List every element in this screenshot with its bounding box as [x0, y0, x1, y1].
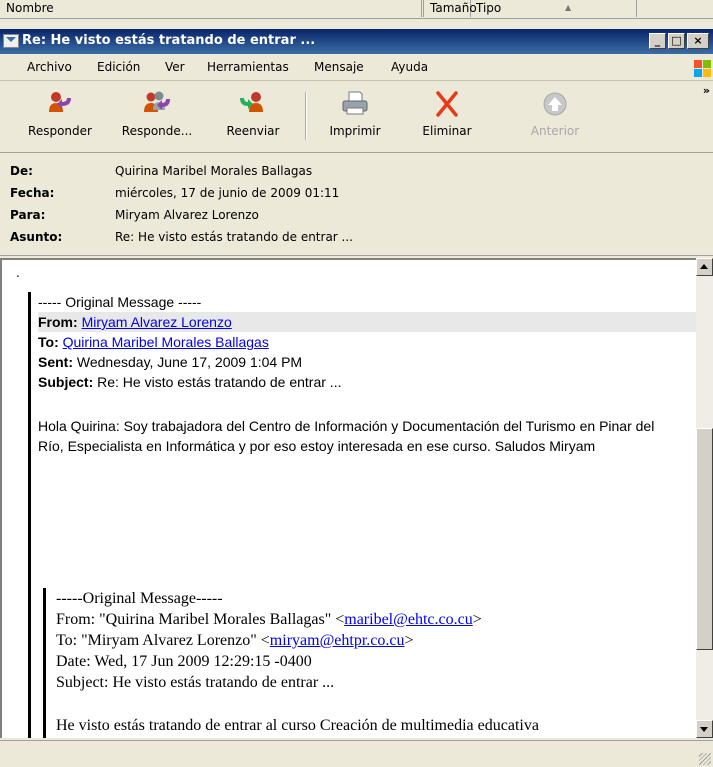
message-header: De: Quirina Maribel Morales Ballagas Fech… — [0, 153, 713, 256]
header-date-value: miércoles, 17 de junio de 2009 01:11 — [115, 186, 340, 200]
forward-label: Reenviar — [226, 124, 280, 138]
header-to-label: Para: — [10, 208, 46, 222]
reply-label: Responder — [28, 124, 92, 138]
delete-label: Eliminar — [422, 124, 472, 138]
toolbar: Responder Responde... Reenviar Imprimir … — [0, 82, 713, 153]
quote2-from-suffix: > — [472, 611, 482, 628]
print-button[interactable]: Imprimir — [320, 86, 390, 148]
header-subject-label: Asunto: — [10, 230, 63, 244]
header-from-label: De: — [10, 164, 33, 178]
quote1-from-link[interactable]: Miryam Alvarez Lorenzo — [82, 314, 232, 330]
toolbar-overflow-chevron[interactable]: » — [703, 84, 710, 97]
header-date-label: Fecha: — [10, 186, 55, 200]
quote1-from-label: From: — [38, 314, 78, 330]
column-tamano[interactable]: Tamaño — [423, 0, 477, 17]
quote2-body-start: He visto estás tratando de entrar al cur… — [56, 717, 539, 734]
header-to-row: Para: Miryam Alvarez Lorenzo — [10, 205, 259, 225]
quote2-separator: -----Original Message----- — [56, 590, 223, 607]
scroll-down-arrow-icon — [700, 727, 708, 732]
scroll-up-button[interactable] — [696, 258, 713, 276]
leading-dot: . — [16, 266, 20, 280]
quote1-subject-line: Subject: Re: He visto estás tratando de … — [38, 372, 696, 392]
delete-button[interactable]: Eliminar — [412, 86, 482, 148]
scroll-down-button[interactable] — [696, 720, 713, 738]
quote2-date-line: Date: Wed, 17 Jun 2009 12:29:15 -0400 — [56, 653, 312, 670]
reply-icon — [45, 90, 75, 118]
quote2-subject-line: Subject: He visto estás tratando de entr… — [56, 674, 335, 691]
close-button[interactable]: × — [687, 33, 709, 49]
quote2-to-suffix: > — [404, 632, 414, 649]
reply-all-label: Responde... — [121, 124, 193, 138]
delete-x-icon — [432, 90, 462, 118]
windows-logo-icon — [693, 59, 711, 77]
previous-label: Anterior — [530, 124, 580, 138]
menu-archivo[interactable]: Archivo — [27, 60, 72, 74]
quote1-subject-value: Re: He visto estás tratando de entrar ..… — [97, 374, 342, 390]
quote1-to-line: To: Quirina Maribel Morales Ballagas — [38, 332, 696, 352]
quote2-to-line: To: "Miryam Alvarez Lorenzo" <miryam@eht… — [56, 630, 696, 651]
quoted-message-2: -----Original Message----- From: "Quirin… — [43, 588, 696, 738]
reply-all-icon — [142, 90, 172, 118]
quote1-to-link[interactable]: Quirina Maribel Morales Ballagas — [63, 334, 269, 350]
column-nombre[interactable]: Nombre — [0, 0, 422, 17]
toolbar-separator — [305, 92, 307, 140]
header-subject-row: Asunto: Re: He visto estás tratando de en… — [10, 227, 353, 247]
resize-grip-icon[interactable] — [699, 753, 711, 765]
vertical-scrollbar[interactable] — [696, 258, 713, 738]
quote1-sent-value: Wednesday, June 17, 2009 1:04 PM — [76, 354, 303, 370]
reply-all-button[interactable]: Responde... — [112, 86, 202, 148]
scroll-thumb[interactable] — [696, 428, 713, 650]
quote2-from-line: From: "Quirina Maribel Morales Ballagas"… — [56, 609, 696, 630]
menu-bar: Archivo Edición Ver Herramientas Mensaje… — [0, 56, 713, 81]
background-column-header: Nombre Tamaño Tipo ▲ — [0, 0, 713, 19]
quote1-sent-label: Sent: — [38, 354, 73, 370]
quote1-from-line: From: Miryam Alvarez Lorenzo — [38, 312, 696, 332]
quote2-from-prefix: From: "Quirina Maribel Morales Ballagas"… — [56, 611, 345, 628]
title-bar[interactable]: Re: He visto estás tratando de entrar ..… — [0, 29, 713, 54]
message-body[interactable]: . ----- Original Message ----- From: Mir… — [0, 258, 696, 738]
menu-mensaje[interactable]: Mensaje — [314, 60, 364, 74]
menu-ver[interactable]: Ver — [165, 60, 185, 74]
envelope-icon — [3, 34, 19, 48]
quote2-to-prefix: To: "Miryam Alvarez Lorenzo" < — [56, 632, 270, 649]
status-bar — [0, 740, 713, 767]
quote1-separator: ----- Original Message ----- — [38, 294, 202, 310]
quote1-to-label: To: — [38, 334, 59, 350]
print-label: Imprimir — [329, 124, 381, 138]
sort-arrow-icon: ▲ — [565, 3, 572, 12]
quoted-message-1: ----- Original Message ----- From: Mirya… — [28, 292, 696, 738]
up-arrow-icon — [540, 90, 570, 118]
quote1-sent-line: Sent: Wednesday, June 17, 2009 1:04 PM — [38, 352, 696, 372]
header-from-row: De: Quirina Maribel Morales Ballagas — [10, 161, 312, 181]
forward-button[interactable]: Reenviar — [218, 86, 288, 148]
column-tipo[interactable]: Tipo — [470, 0, 637, 17]
header-subject-value: Re: He visto estás tratando de entrar ..… — [115, 230, 353, 244]
quote1-subject-label: Subject: — [38, 374, 94, 390]
header-to-value: Miryam Alvarez Lorenzo — [115, 208, 259, 222]
menu-herramientas[interactable]: Herramientas — [207, 60, 289, 74]
quote2-from-email-link[interactable]: maribel@ehtc.co.cu — [344, 611, 472, 628]
reply-button[interactable]: Responder — [20, 86, 100, 148]
window-title: Re: He visto estás tratando de entrar ..… — [22, 33, 316, 48]
forward-icon — [238, 90, 268, 118]
quote2-to-email-link[interactable]: miryam@ehtpr.co.cu — [270, 632, 405, 649]
menu-ayuda[interactable]: Ayuda — [391, 60, 428, 74]
minimize-button[interactable]: _ — [649, 33, 666, 49]
printer-icon — [340, 90, 370, 118]
header-from-value: Quirina Maribel Morales Ballagas — [115, 164, 313, 178]
menu-edicion[interactable]: Edición — [97, 60, 140, 74]
maximize-button[interactable]: □ — [668, 33, 685, 49]
header-date-row: Fecha: miércoles, 17 de junio de 2009 01:… — [10, 183, 339, 203]
quote1-body-text: Hola Quirina: Soy trabajadora del Centro… — [38, 418, 655, 454]
previous-button[interactable]: Anterior — [520, 86, 590, 148]
scroll-up-arrow-icon — [700, 264, 708, 269]
